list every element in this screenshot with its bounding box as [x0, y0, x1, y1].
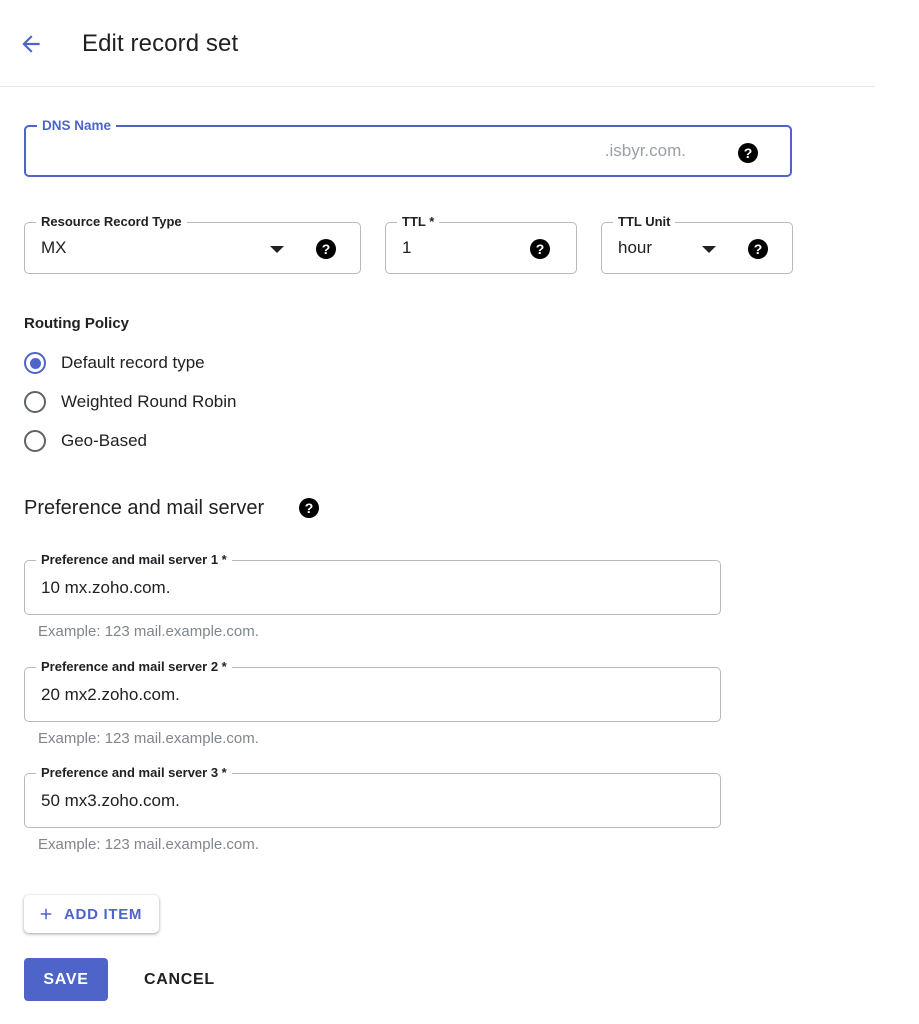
preference-mail-server-3-field[interactable]: Preference and mail server 3 * 50 mx3.zo…	[24, 765, 721, 828]
ttl-unit-field[interactable]: TTL Unit hour ?	[601, 214, 793, 274]
radio-label: Geo-Based	[61, 431, 147, 450]
dns-name-label: DNS Name	[37, 118, 117, 134]
preference-mail-server-1-input[interactable]: 10 mx.zoho.com.	[41, 577, 170, 599]
radio-label: Weighted Round Robin	[61, 392, 237, 411]
dns-name-help-icon[interactable]: ?	[738, 143, 758, 163]
ttl-unit-help-icon[interactable]: ?	[748, 239, 768, 259]
page-title: Edit record set	[82, 30, 239, 57]
preference-mail-server-2-hint: Example: 123 mail.example.com.	[38, 730, 259, 747]
cancel-button[interactable]: CANCEL	[128, 958, 231, 1001]
resource-record-type-value: MX	[41, 238, 67, 257]
preference-group-help-icon[interactable]: ?	[299, 498, 319, 518]
header-divider	[0, 86, 875, 87]
dns-name-field[interactable]: DNS Name .isbyr.com. ?	[24, 118, 792, 177]
chevron-down-icon[interactable]	[702, 246, 716, 253]
preference-mail-server-3-label: Preference and mail server 3 *	[36, 765, 232, 781]
preference-mail-server-2-input[interactable]: 20 mx2.zoho.com.	[41, 684, 180, 706]
radio-default-record-type[interactable]: Default record type	[24, 349, 354, 377]
add-item-button[interactable]: ADD ITEM	[24, 895, 160, 933]
plus-icon	[37, 905, 55, 923]
edit-record-set-page: Edit record set DNS Name .isbyr.com. ? R…	[0, 0, 919, 1024]
dns-name-suffix: .isbyr.com.	[604, 141, 686, 160]
radio-weighted-round-robin[interactable]: Weighted Round Robin	[24, 388, 354, 416]
preference-mail-server-2-field[interactable]: Preference and mail server 2 * 20 mx2.zo…	[24, 659, 721, 722]
resource-record-type-label: Resource Record Type	[36, 214, 187, 230]
preference-mail-server-3-hint: Example: 123 mail.example.com.	[38, 836, 259, 853]
radio-label: Default record type	[61, 353, 205, 372]
page-header: Edit record set	[0, 0, 919, 87]
save-button[interactable]: SAVE	[24, 958, 108, 1001]
resource-record-type-field[interactable]: Resource Record Type MX ?	[24, 214, 361, 274]
preference-mail-server-1-hint: Example: 123 mail.example.com.	[38, 623, 259, 640]
back-button[interactable]	[14, 27, 48, 61]
ttl-help-icon[interactable]: ?	[530, 239, 550, 259]
routing-policy-heading: Routing Policy	[24, 315, 129, 332]
ttl-unit-label: TTL Unit	[613, 214, 676, 230]
arrow-left-icon	[18, 31, 44, 57]
preference-mail-server-2-label: Preference and mail server 2 *	[36, 659, 232, 675]
preference-group-title: Preference and mail server	[24, 497, 265, 519]
ttl-field[interactable]: TTL * 1 ?	[385, 214, 577, 274]
ttl-unit-value: hour	[618, 238, 653, 257]
preference-mail-server-1-label: Preference and mail server 1 *	[36, 552, 232, 568]
preference-mail-server-1-field[interactable]: Preference and mail server 1 * 10 mx.zoh…	[24, 552, 721, 615]
radio-geo-based[interactable]: Geo-Based	[24, 427, 354, 455]
ttl-label: TTL *	[397, 214, 440, 230]
radio-indicator	[24, 391, 46, 413]
preference-mail-server-3-input[interactable]: 50 mx3.zoho.com.	[41, 790, 180, 812]
resource-record-type-help-icon[interactable]: ?	[316, 239, 336, 259]
ttl-input[interactable]: 1	[402, 237, 411, 259]
add-item-label: ADD ITEM	[64, 905, 143, 923]
radio-indicator	[24, 352, 46, 374]
chevron-down-icon[interactable]	[270, 246, 284, 253]
radio-indicator	[24, 430, 46, 452]
